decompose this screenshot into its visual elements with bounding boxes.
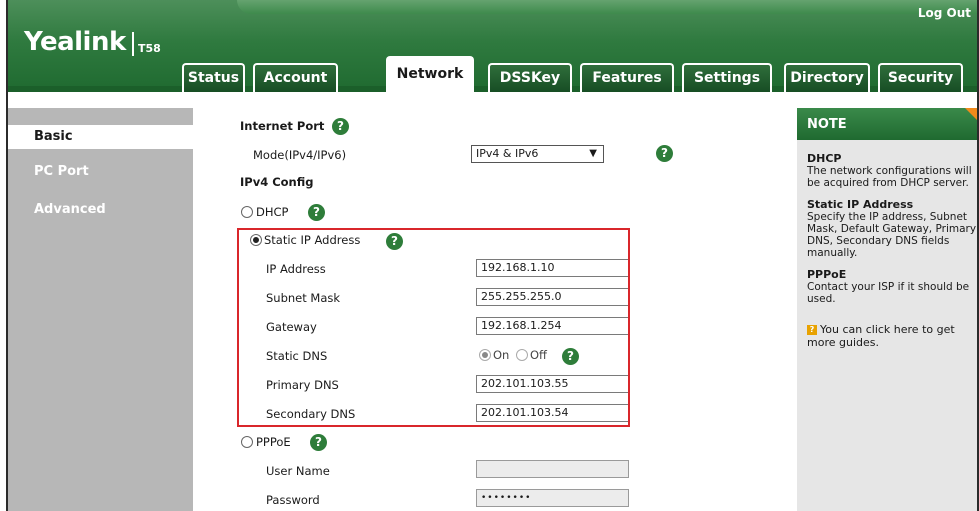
note-title: NOTE bbox=[797, 108, 977, 140]
subnet-mask-input[interactable]: 255.255.255.0 bbox=[476, 288, 629, 306]
secondary-dns-input[interactable]: 202.101.103.54 bbox=[476, 404, 629, 422]
logo-model: T58 bbox=[138, 42, 161, 55]
static-dns-off-radio[interactable] bbox=[516, 349, 528, 361]
tab-status[interactable]: Status bbox=[182, 63, 245, 92]
dhcp-label: DHCP bbox=[256, 205, 289, 219]
password-label: Password bbox=[266, 493, 320, 507]
internet-port-heading: Internet Port bbox=[240, 119, 325, 133]
logo-separator bbox=[132, 32, 134, 56]
note-pppoe-title: PPPoE bbox=[807, 268, 847, 281]
guide-icon[interactable]: ? bbox=[807, 325, 817, 335]
username-label: User Name bbox=[266, 464, 330, 478]
help-icon-static-dns[interactable]: ? bbox=[562, 348, 579, 365]
subnet-mask-label: Subnet Mask bbox=[266, 291, 341, 305]
help-icon-static-ip[interactable]: ? bbox=[386, 233, 403, 250]
chevron-down-icon: ▼ bbox=[589, 148, 597, 159]
sidebar: Basic PC Port Advanced bbox=[8, 108, 193, 511]
static-dns-on-radio[interactable] bbox=[479, 349, 491, 361]
note-static-title: Static IP Address bbox=[807, 198, 914, 211]
pppoe-label: PPPoE bbox=[256, 435, 291, 449]
tab-network[interactable]: Network bbox=[386, 56, 474, 92]
help-icon-internet-port[interactable]: ? bbox=[332, 118, 349, 135]
network-basic-form: Internet Port ? Mode(IPv4/IPv6) IPv4 & I… bbox=[193, 108, 791, 511]
primary-dns-label: Primary DNS bbox=[266, 378, 339, 392]
help-icon-mode[interactable]: ? bbox=[656, 145, 673, 162]
note-guide-link[interactable]: You can click here to get more guides. bbox=[807, 323, 955, 349]
tab-directory[interactable]: Directory bbox=[784, 63, 870, 92]
logo: Yealink bbox=[24, 27, 126, 57]
header: Yealink T58 Log Out Status Account Netwo… bbox=[8, 0, 977, 92]
static-ip-radio[interactable] bbox=[250, 234, 262, 246]
tab-features[interactable]: Features bbox=[580, 63, 674, 92]
secondary-dns-label: Secondary DNS bbox=[266, 407, 356, 421]
dhcp-radio[interactable] bbox=[241, 206, 253, 218]
note-static-text: Specify the IP address, Subnet Mask, Def… bbox=[807, 211, 977, 259]
static-dns-label: Static DNS bbox=[266, 349, 328, 363]
help-icon-pppoe[interactable]: ? bbox=[310, 434, 327, 451]
ip-address-input[interactable]: 192.168.1.10 bbox=[476, 259, 629, 277]
tab-settings[interactable]: Settings bbox=[682, 63, 772, 92]
app-frame: Yealink T58 Log Out Status Account Netwo… bbox=[6, 0, 979, 511]
gateway-input[interactable]: 192.168.1.254 bbox=[476, 317, 629, 335]
password-input[interactable]: •••••••• bbox=[476, 489, 629, 507]
note-dhcp-text: The network configurations will be acqui… bbox=[807, 165, 972, 189]
sidebar-item-basic[interactable]: Basic bbox=[8, 125, 193, 149]
tab-account[interactable]: Account bbox=[253, 63, 338, 92]
static-dns-on-label: On bbox=[493, 348, 510, 362]
static-ip-label: Static IP Address bbox=[264, 233, 361, 247]
ip-address-label: IP Address bbox=[266, 262, 326, 276]
pppoe-radio[interactable] bbox=[241, 436, 253, 448]
sidebar-item-pc-port[interactable]: PC Port bbox=[8, 160, 193, 184]
tab-dsskey[interactable]: DSSKey bbox=[488, 63, 572, 92]
mode-select-value: IPv4 & IPv6 bbox=[476, 147, 539, 160]
note-dhcp-title: DHCP bbox=[807, 152, 842, 165]
sidebar-item-advanced[interactable]: Advanced bbox=[8, 198, 193, 222]
header-accent bbox=[237, 0, 977, 14]
note-panel: NOTE DHCP The network configurations wil… bbox=[797, 108, 977, 511]
primary-dns-input[interactable]: 202.101.103.55 bbox=[476, 375, 629, 393]
mode-label: Mode(IPv4/IPv6) bbox=[253, 148, 347, 162]
ipv4-config-heading: IPv4 Config bbox=[240, 175, 314, 189]
username-input[interactable] bbox=[476, 460, 629, 478]
note-body: DHCP The network configurations will be … bbox=[807, 153, 977, 359]
note-pppoe-text: Contact your ISP if it should be used. bbox=[807, 281, 970, 305]
note-corner-accent bbox=[965, 108, 977, 124]
help-icon-dhcp[interactable]: ? bbox=[308, 204, 325, 221]
static-dns-off-label: Off bbox=[530, 348, 547, 362]
mode-select[interactable]: IPv4 & IPv6 ▼ bbox=[471, 145, 604, 163]
gateway-label: Gateway bbox=[266, 320, 317, 334]
tab-security[interactable]: Security bbox=[878, 63, 963, 92]
logout-link[interactable]: Log Out bbox=[918, 6, 971, 20]
